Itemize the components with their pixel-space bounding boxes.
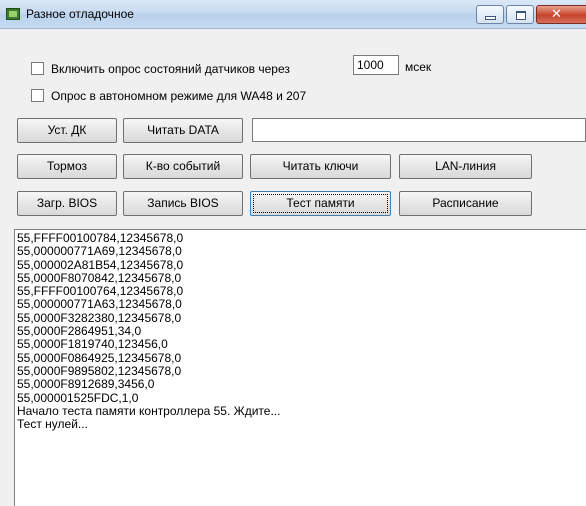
memory-test-button[interactable]: Тест памяти: [250, 191, 391, 216]
read-data-button[interactable]: Читать DATA: [123, 118, 243, 143]
log-line: 55,000002A81B54,12345678,0: [17, 257, 184, 272]
event-count-button[interactable]: К-во событий: [123, 154, 243, 179]
maximize-button[interactable]: [506, 5, 534, 24]
app-icon: [6, 8, 20, 20]
log-line: 55,0000F0864925,12345678,0: [17, 350, 182, 365]
data-input[interactable]: [252, 118, 586, 142]
brake-button[interactable]: Тормоз: [17, 154, 117, 179]
log-line: 55,000000771A63,12345678,0: [17, 297, 182, 312]
write-bios-button[interactable]: Запись BIOS: [123, 191, 243, 216]
log-line: 55,FFFF00100784,12345678,0: [17, 231, 184, 245]
debug-window: Разное отладочное Включить опрос состоян…: [0, 0, 586, 506]
read-keys-button[interactable]: Читать ключи: [250, 154, 391, 179]
log-line: 55,0000F1819740,123456,0: [17, 337, 168, 352]
load-bios-button[interactable]: Загр. BIOS: [17, 191, 117, 216]
log-line: 55,FFFF00100764,12345678,0: [17, 284, 184, 299]
title-bar[interactable]: Разное отладочное: [0, 0, 586, 29]
window-title: Разное отладочное: [26, 7, 134, 21]
log-line: 55,0000F8912689,3456,0: [17, 377, 155, 392]
log-line: Начало теста памяти контроллера 55. Ждит…: [17, 403, 281, 418]
poll-sensors-label: Включить опрос состояний датчиков через: [51, 62, 290, 76]
autonomous-label: Опрос в автономном режиме для WA48 и 207: [51, 89, 307, 103]
log-line: 55,000001525FDC,1,0: [17, 390, 139, 405]
lan-line-button[interactable]: LAN-линия: [399, 154, 532, 179]
poll-interval-unit: мсек: [405, 60, 432, 74]
log-output[interactable]: 55,FFFF00100784,12345678,0 55,000000771A6…: [14, 229, 586, 506]
set-dk-button[interactable]: Уст. ДК: [17, 118, 117, 143]
log-line: 55,0000F3282380,12345678,0: [17, 310, 182, 325]
minimize-button[interactable]: [476, 5, 504, 24]
log-line: Тест нулей...: [17, 417, 88, 432]
poll-sensors-checkbox[interactable]: [31, 62, 44, 75]
log-line: 55,000000771A69,12345678,0: [17, 244, 182, 259]
log-line: 55,0000F2864951,34,0: [17, 324, 142, 339]
close-button[interactable]: [536, 5, 586, 24]
poll-interval-input[interactable]: [353, 55, 399, 75]
autonomous-checkbox[interactable]: [31, 89, 44, 102]
schedule-button[interactable]: Расписание: [399, 191, 532, 216]
log-line: 55,0000F8070842,12345678,0: [17, 270, 182, 285]
log-line: 55,0000F9895802,12345678,0: [17, 363, 182, 378]
